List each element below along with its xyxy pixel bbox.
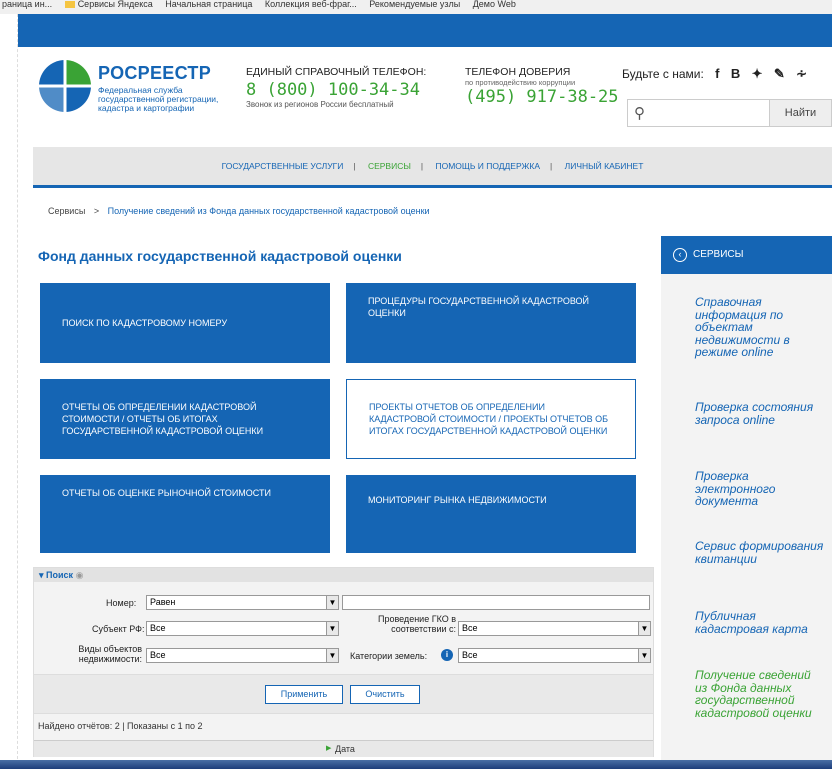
gko-select[interactable]: Все ▼ [458,621,651,636]
hotline-number: 8 (800) 100-34-34 [246,80,420,100]
tile-report-drafts[interactable]: ПРОЕКТЫ ОТЧЕТОВ ОБ ОПРЕДЕЛЕНИИ КАДАСТРОВ… [346,379,636,459]
brand-name[interactable]: РОСРЕЕСТР [98,63,238,84]
collapse-icon[interactable]: ◉ [76,570,84,580]
sidebar-item-reference-info[interactable]: Справочная информация по объектам недвиж… [695,296,825,359]
trust-line-number: (495) 917-38-25 [465,87,619,107]
chevron-down-icon: ▼ [326,622,338,635]
site-search: ⚲ Найти [627,99,832,127]
brand-block: РОСРЕЕСТР Федеральная служба государстве… [98,63,238,113]
tile-market-reports[interactable]: ОТЧЕТЫ ОБ ОЦЕНКЕ РЫНОЧНОЙ СТОИМОСТИ [40,475,330,553]
sort-arrow-icon: ▶ [326,745,332,752]
land-label: Категории земель: [350,651,428,661]
land-value: Все [462,650,478,660]
nav-separator: | [420,161,424,171]
rss-icon[interactable]: ∻ [796,66,807,82]
subject-label: Субъект РФ: [92,624,145,634]
results-count: Найдено отчётов: 2 | Показаны с 1 по 2 [38,721,203,731]
filter-panel-header[interactable]: ▾ Поиск ◉ [34,568,653,582]
bookmark-item[interactable]: Сервисы Яндекса [78,0,153,9]
page-title: Фонд данных государственной кадастровой … [38,248,402,264]
clear-button[interactable]: Очистить [350,685,420,704]
nav-item-help[interactable]: ПОМОЩЬ И ПОДДЕРЖКА [435,161,540,171]
vk-icon[interactable]: B [731,66,740,81]
number-mode-select[interactable]: Равен ▼ [146,595,339,610]
nav-separator: | [550,161,553,171]
objects-value: Все [150,650,166,660]
sidebar-title: СЕРВИСЫ [693,249,744,260]
results-table-header: ▶ Дата [34,740,653,757]
breadcrumb-current[interactable]: Получение сведений из Фонда данных госуд… [108,206,430,216]
number-mode-value: Равен [150,597,176,607]
nav-item-gosuslugi[interactable]: ГОСУДАРСТВЕННЫЕ УСЛУГИ [222,161,344,171]
search-input[interactable] [654,103,764,123]
bookmarks-bar: раница ин... Сервисы Яндекса Начальная с… [0,0,832,14]
hotline-label: ЕДИНЫЙ СПРАВОЧНЫЙ ТЕЛЕФОН: [246,66,427,78]
livejournal-icon[interactable]: ✎ [774,66,785,82]
tile-market-monitoring[interactable]: МОНИТОРИНГ РЫНКА НЕДВИЖИМОСТИ [346,475,636,553]
nav-item-cabinet[interactable]: ЛИЧНЫЙ КАБИНЕТ [565,161,644,171]
nav-item-services[interactable]: СЕРВИСЫ [368,161,411,171]
bookmark-item[interactable]: раница ин... [2,0,52,9]
chevron-down-icon: ▼ [638,649,650,662]
bookmark-item[interactable]: Демо Web [473,0,516,9]
sidebar-item-public-map[interactable]: Публичная кадастровая карта [695,610,825,635]
site-header: РОСРЕЕСТР Федеральная служба государстве… [18,47,832,137]
taskbar [0,760,832,769]
chevron-down-icon: ▼ [638,622,650,635]
tile-reports[interactable]: ОТЧЕТЫ ОБ ОПРЕДЕЛЕНИИ КАДАСТРОВОЙ СТОИМО… [40,379,330,459]
objects-label: Виды объектов недвижимости: [78,644,142,664]
facebook-icon[interactable]: f [715,66,719,81]
left-page-edge [0,14,18,769]
nav-separator: | [353,161,356,171]
info-icon[interactable]: i [441,649,453,661]
bookmark-item[interactable]: Коллекция веб-фраг... [265,0,357,9]
hotline-block: ЕДИНЫЙ СПРАВОЧНЫЙ ТЕЛЕФОН: 8 (800) 100-3… [246,66,426,109]
filter-panel-title: Поиск [46,570,74,580]
trust-line-label: ТЕЛЕФОН ДОВЕРИЯ [465,66,571,78]
tile-search-cadastral[interactable]: ПОИСК ПО КАДАСТРОВОМУ НОМЕРУ [40,283,330,363]
folder-icon [64,1,75,9]
breadcrumb: Сервисы > Получение сведений из Фонда да… [48,206,430,216]
trust-line-sublabel: по противодействию коррупции [465,78,576,87]
search-icon: ⚲ [634,105,645,122]
hotline-note: Звонок из регионов России бесплатный [246,100,394,109]
filter-actions: Применить Очистить [34,674,653,714]
sidebar-item-document-check[interactable]: Проверка электронного документа [695,470,825,508]
number-label: Номер: [106,598,137,608]
search-filter-panel: ▾ Поиск ◉ Номер: Равен ▼ Субъект РФ: Все ▼… [33,567,654,757]
bookmark-item[interactable]: Начальная страница [165,0,252,9]
number-input[interactable] [342,595,650,610]
chevron-down-icon: ▼ [326,649,338,662]
chevron-down-icon: ▼ [326,596,338,609]
top-band [18,14,832,47]
twitter-icon[interactable]: ✦ [752,66,763,82]
bookmark-item[interactable]: Рекомендуемые узлы [369,0,460,9]
sidebar-item-receipt[interactable]: Сервис формирования квитанции [695,540,825,565]
sidebar-header[interactable]: ‹ СЕРВИСЫ [661,236,832,274]
sidebar-item-request-status[interactable]: Проверка состояния запроса online [695,401,825,426]
rosreestr-logo-icon[interactable] [38,59,92,113]
subject-value: Все [150,623,166,633]
gko-value: Все [462,623,478,633]
breadcrumb-separator: > [93,206,100,216]
search-button[interactable]: Найти [769,100,831,126]
social-links: Будьте с нами: f B ✦ ✎ ∻ [622,66,807,82]
trust-line-block: ТЕЛЕФОН ДОВЕРИЯ по противодействию корру… [465,66,619,107]
sidebar-item-gko-fund[interactable]: Получение сведений из Фонда данных госуд… [695,669,825,719]
services-sidebar: ‹ СЕРВИСЫ Справочная информация по объект… [661,236,832,769]
tile-procedures[interactable]: ПРОЦЕДУРЫ ГОСУДАРСТВЕННОЙ КАДАСТРОВОЙ ОЦ… [346,283,636,363]
breadcrumb-root[interactable]: Сервисы [48,206,85,216]
apply-button[interactable]: Применить [265,685,343,704]
main-nav: ГОСУДАРСТВЕННЫЕ УСЛУГИ | СЕРВИСЫ | ПОМОЩЬ … [33,147,832,188]
social-label: Будьте с нами: [622,67,704,81]
brand-subtitle: Федеральная служба государственной регис… [98,85,219,113]
subject-select[interactable]: Все ▼ [146,621,339,636]
objects-select[interactable]: Все ▼ [146,648,339,663]
column-date[interactable]: Дата [335,744,355,754]
gko-label: Проведение ГКО в соответствии с: [377,614,456,634]
chevron-left-icon: ‹ [673,248,687,262]
land-select[interactable]: Все ▼ [458,648,651,663]
